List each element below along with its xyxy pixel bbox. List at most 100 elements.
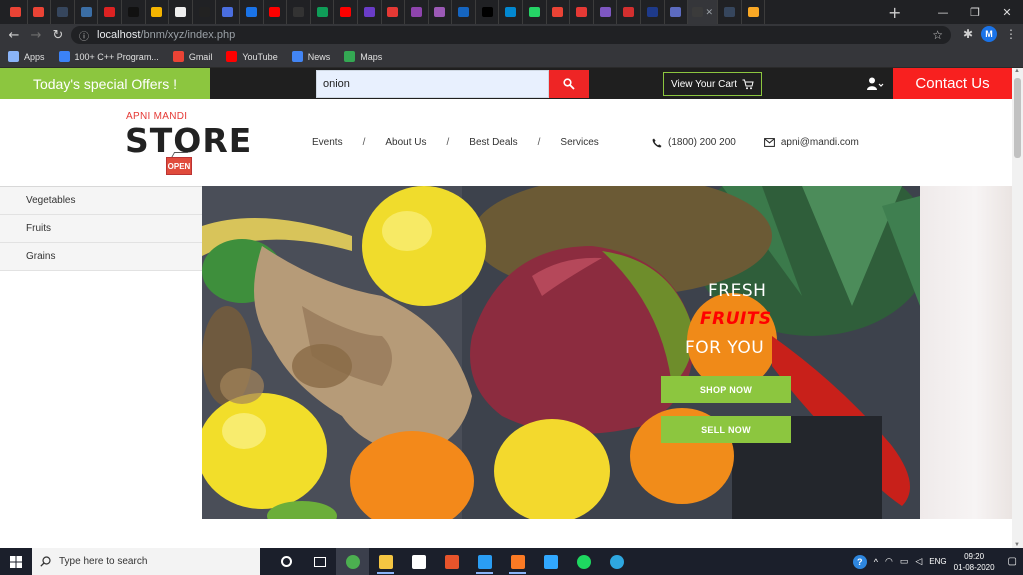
browser-tab[interactable] — [382, 0, 406, 24]
browser-tab[interactable] — [216, 0, 240, 24]
battery-icon[interactable]: ▭ — [900, 556, 909, 567]
browser-tab[interactable] — [98, 0, 122, 24]
browser-tab[interactable] — [405, 0, 429, 24]
bookmark-star-icon[interactable]: ☆ — [932, 28, 943, 42]
purple-app-icon — [434, 7, 446, 17]
browser-tab[interactable] — [193, 0, 217, 24]
browser-tab[interactable] — [665, 0, 689, 24]
vscode-icon — [477, 554, 492, 569]
category-grains[interactable]: Grains — [0, 243, 202, 271]
browser-tab[interactable] — [429, 0, 453, 24]
page-scrollbar[interactable]: ▲ ▼ — [1012, 68, 1023, 548]
browser-tab[interactable] — [523, 0, 547, 24]
network-icon[interactable]: ◠ — [885, 556, 893, 567]
taskbar-app[interactable] — [600, 548, 633, 575]
phone-number[interactable]: (1800) 200 200 — [668, 137, 736, 148]
browser-tab[interactable] — [452, 0, 476, 24]
bookmark-item[interactable]: 100+ C++ Program... — [58, 51, 159, 62]
browser-tab[interactable] — [287, 0, 311, 24]
profile-avatar[interactable]: M — [981, 26, 997, 42]
brand-logo[interactable]: STORE — [125, 121, 252, 160]
bookmark-item[interactable]: YouTube — [226, 51, 278, 62]
forward-icon[interactable]: → — [25, 28, 47, 43]
taskbar-app[interactable] — [270, 548, 303, 575]
volume-icon[interactable]: ◁ — [915, 556, 922, 567]
browser-tab[interactable] — [358, 0, 382, 24]
extensions-icon[interactable]: ✱ — [963, 27, 973, 41]
reload-icon[interactable]: ↻ — [47, 28, 69, 43]
browser-tab[interactable] — [594, 0, 618, 24]
search-input[interactable] — [316, 70, 549, 98]
browser-tab[interactable] — [617, 0, 642, 24]
minimize-icon[interactable]: — — [927, 0, 959, 24]
view-cart-button[interactable]: View Your Cart — [663, 72, 762, 96]
taskbar-search[interactable]: Type here to search — [32, 548, 260, 575]
nav-about-us[interactable]: About Us — [385, 137, 426, 148]
taskbar-app[interactable] — [303, 548, 336, 575]
scroll-up-icon[interactable]: ▲ — [1014, 68, 1020, 74]
browser-tab[interactable] — [311, 0, 335, 24]
user-menu-icon[interactable] — [866, 76, 884, 92]
bookmark-item[interactable]: Maps — [344, 51, 382, 62]
taskbar-app[interactable] — [468, 548, 501, 575]
language-indicator[interactable]: ENG — [929, 557, 946, 566]
shop-now-button[interactable]: SHOP NOW — [661, 376, 791, 403]
taskbar-app[interactable] — [567, 548, 600, 575]
cloud-icon — [670, 7, 682, 17]
chevron-up-icon[interactable]: ^ — [874, 557, 878, 567]
close-tab-icon[interactable]: ✕ — [705, 7, 713, 17]
browser-tab[interactable] — [75, 0, 99, 24]
back-icon[interactable]: ← — [3, 28, 25, 43]
sell-now-button[interactable]: SELL NOW — [661, 416, 791, 443]
browser-tab[interactable] — [718, 0, 742, 24]
browser-tab[interactable] — [240, 0, 264, 24]
info-icon[interactable]: ⓘ — [79, 28, 89, 43]
contact-us-button[interactable]: Contact Us — [893, 68, 1012, 99]
category-fruits[interactable]: Fruits — [0, 215, 202, 243]
browser-tab[interactable] — [28, 0, 52, 24]
browser-tab[interactable] — [742, 0, 766, 24]
new-tab-button[interactable]: + — [888, 3, 901, 22]
notifications-icon[interactable]: ▢ — [1008, 556, 1017, 567]
taskbar-app[interactable] — [435, 548, 468, 575]
browser-tab[interactable] — [146, 0, 170, 24]
restore-icon[interactable]: ❐ — [959, 0, 991, 24]
bookmark-item[interactable]: News — [291, 51, 330, 62]
close-window-icon[interactable]: ✕ — [991, 0, 1023, 24]
taskbar-app[interactable] — [402, 548, 435, 575]
browser-tab[interactable] — [334, 0, 358, 24]
taskbar-app[interactable] — [369, 548, 402, 575]
special-offers-banner[interactable]: Today's special Offers ! — [0, 68, 210, 99]
bookmark-item[interactable]: Gmail — [172, 51, 212, 62]
browser-tab[interactable] — [570, 0, 594, 24]
nav-services[interactable]: Services — [560, 137, 598, 148]
menu-icon[interactable]: ⋮ — [1005, 27, 1017, 41]
taskbar-app[interactable] — [336, 548, 369, 575]
taskbar-app[interactable] — [501, 548, 534, 575]
nav-separator: / — [537, 137, 541, 148]
email-address[interactable]: apni@mandi.com — [781, 137, 859, 148]
address-bar[interactable]: ⓘ localhost /bnm/xyz/index.php ☆ — [71, 26, 951, 44]
start-button[interactable] — [0, 548, 32, 575]
browser-tab[interactable]: ✕ — [688, 0, 719, 24]
nav-events[interactable]: Events — [312, 137, 343, 148]
browser-tab[interactable] — [499, 0, 524, 24]
browser-tab[interactable] — [264, 0, 288, 24]
category-vegetables[interactable]: Vegetables — [0, 187, 202, 215]
help-icon[interactable]: ? — [852, 554, 867, 569]
browser-tab[interactable] — [547, 0, 571, 24]
browser-tab[interactable] — [641, 0, 665, 24]
nav-best-deals[interactable]: Best Deals — [469, 137, 517, 148]
bookmark-item[interactable]: Apps — [8, 51, 45, 62]
browser-tab[interactable] — [169, 0, 193, 24]
drive-icon — [316, 7, 328, 17]
browser-tab[interactable] — [476, 0, 500, 24]
browser-tab[interactable] — [4, 0, 28, 24]
search-button[interactable] — [549, 70, 589, 98]
scrollbar-thumb[interactable] — [1014, 78, 1021, 158]
browser-tab[interactable] — [122, 0, 146, 24]
system-tray: ? ^ ◠ ▭ ◁ ENG 09:20 01-08-2020 ▢ — [852, 548, 1023, 575]
browser-tab[interactable] — [51, 0, 75, 24]
clock[interactable]: 09:20 01-08-2020 — [954, 551, 995, 573]
taskbar-app[interactable] — [534, 548, 567, 575]
